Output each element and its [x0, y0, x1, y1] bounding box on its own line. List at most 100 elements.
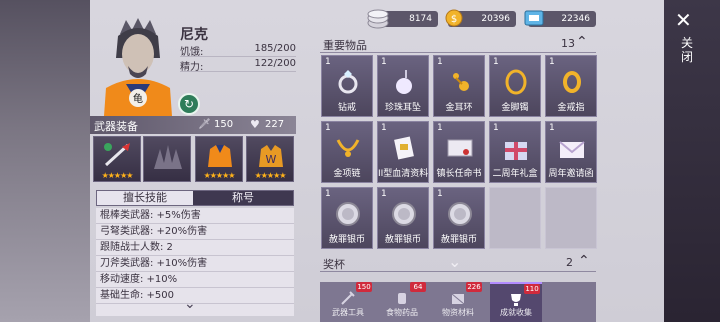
item-slot-serum-document[interactable]: 1 II型血清资料 — [377, 121, 429, 183]
tab-achievements[interactable]: 110 成就收集 — [490, 282, 542, 322]
character-avatar: 龟 — [96, 18, 180, 116]
attack-value: 150 — [214, 119, 234, 130]
hunger-stat: 饥饿: 185/200 — [180, 43, 296, 58]
spiked-armor-icon — [154, 145, 182, 169]
item-slot-invitation-letter[interactable]: 1 周年邀请函 — [545, 121, 597, 183]
count-badge: 226 — [466, 282, 482, 292]
item-name: 赦罪银币 — [328, 235, 365, 245]
weapon-icon — [104, 143, 130, 167]
gold-anklet-icon — [505, 69, 527, 95]
item-slot-gold-necklace[interactable]: 1 金项链 — [321, 121, 373, 183]
equip-stars: ★★★★★ — [101, 171, 134, 180]
item-qty: 1 — [437, 57, 443, 67]
item-slot-appointment-letter[interactable]: 1 镇长任命书 — [433, 121, 485, 183]
gold-coin-icon: $ — [445, 9, 463, 27]
skill-row: 刀斧类武器: +10%伤害 — [96, 256, 294, 272]
divider — [320, 271, 596, 272]
item-slot-gift-box[interactable]: 1 二周年礼盒 — [489, 121, 541, 183]
item-qty: 1 — [381, 189, 387, 199]
item-slot-gold-anklet[interactable]: 1 金脚镯 — [489, 55, 541, 117]
count-badge: 64 — [410, 282, 426, 292]
chevron-down-icon[interactable]: ⌄ — [184, 296, 196, 312]
tab-weapons-tools[interactable]: 150 武器工具 — [322, 282, 374, 322]
health-value: 227 — [265, 119, 285, 130]
uniform-icon: W — [259, 145, 283, 167]
ticket-icon — [524, 10, 544, 26]
tab-label: 物资材料 — [442, 308, 474, 317]
orange-outfit-icon — [208, 145, 232, 167]
equipment-header: 武器装备 🗡 150 ♥ 227 — [90, 116, 296, 134]
item-qty: 1 — [549, 123, 555, 133]
scroll-down-chevron-icon[interactable]: ⌄ — [448, 252, 461, 271]
item-name: 赦罪银币 — [384, 235, 421, 245]
close-icon[interactable]: ✕ — [675, 8, 692, 32]
skill-tabs: 擅长技能 称号 — [96, 190, 294, 206]
tab-label: 食物药品 — [386, 308, 418, 317]
diamond-ring-icon — [338, 70, 358, 94]
item-name: 周年邀请函 — [548, 169, 594, 179]
character-name: 尼克 — [180, 27, 208, 43]
tab-skills[interactable]: 擅长技能 — [97, 191, 193, 205]
close-label[interactable]: 关闭 — [680, 36, 694, 64]
item-qty: 1 — [437, 123, 443, 133]
item-slot-silver-coin[interactable]: 1 赦罪银币 — [377, 187, 429, 249]
svg-text:$: $ — [451, 14, 457, 25]
item-name: 镇长任命书 — [436, 169, 482, 179]
item-name: II型血清资料 — [378, 169, 429, 179]
item-name: 金戒指 — [557, 103, 585, 113]
item-name: 二周年礼盒 — [492, 169, 538, 179]
hunger-value: 185/200 — [254, 43, 296, 54]
sword-icon: 🗡 — [198, 119, 211, 130]
item-qty: 1 — [381, 123, 387, 133]
hunger-label: 饥饿: — [180, 47, 204, 58]
equipment-title: 武器装备 — [94, 120, 138, 133]
gold-necklace-icon — [336, 139, 360, 157]
equip-slot-armor[interactable] — [143, 136, 191, 182]
item-qty: 1 — [493, 123, 499, 133]
serum-document-icon — [394, 136, 414, 160]
tab-label: 武器工具 — [332, 308, 364, 317]
invitation-letter-icon — [559, 141, 585, 158]
collapse-icon[interactable]: ⌃ — [576, 34, 588, 50]
item-slot-silver-coin[interactable]: 1 赦罪银币 — [433, 187, 485, 249]
trophy-title: 奖杯 — [323, 258, 345, 271]
item-qty: 1 — [549, 57, 555, 67]
divider — [320, 52, 596, 53]
item-name: 金项链 — [333, 169, 361, 179]
tab-food-medicine[interactable]: 64 食物药品 — [376, 282, 428, 322]
count-badge: 110 — [524, 284, 540, 294]
item-qty: 1 — [325, 189, 331, 199]
equip-slot-weapon[interactable]: ★★★★★ — [93, 136, 141, 182]
trophy-count: 2 — [566, 256, 573, 269]
tab-titles[interactable]: 称号 — [193, 191, 293, 205]
item-slot-diamond-ring[interactable]: 1 钻戒 — [321, 55, 373, 117]
important-items-title: 重要物品 — [323, 39, 367, 52]
equip-slot-outfit[interactable]: ★★★★★ — [195, 136, 243, 182]
tab-materials[interactable]: 226 物资材料 — [432, 282, 484, 322]
item-slot-silver-coin[interactable]: 1 赦罪银币 — [321, 187, 373, 249]
collapse-icon[interactable]: ⌃ — [578, 253, 590, 269]
item-slot-gold-ring[interactable]: 1 金戒指 — [545, 55, 597, 117]
item-name: 金耳环 — [445, 103, 473, 113]
equip-stars: ★★★★★ — [203, 171, 236, 180]
character-action-icon[interactable]: ↻ — [178, 93, 200, 115]
item-qty: 1 — [381, 57, 387, 67]
item-name: 珍珠耳坠 — [384, 103, 421, 113]
item-name: 赦罪银币 — [440, 235, 477, 245]
item-slot-pearl-earring[interactable]: 1 珍珠耳坠 — [377, 55, 429, 117]
item-name: 钻戒 — [337, 103, 356, 113]
skill-row: 移动速度: +10% — [96, 272, 294, 288]
gift-box-icon — [505, 142, 527, 160]
silver-stack-icon — [367, 9, 389, 29]
silver-coin-icon — [392, 202, 416, 226]
silver-coin-icon — [336, 202, 360, 226]
equip-slot-accessory[interactable]: W ★★★★★ — [246, 136, 294, 182]
gold-earring-icon — [453, 73, 469, 91]
appointment-letter-icon — [447, 139, 473, 157]
item-slot-gold-earring[interactable]: 1 金耳环 — [433, 55, 485, 117]
skill-row: 跟随战士人数: 2 — [96, 240, 294, 256]
equip-stars: ★★★★★ — [254, 171, 287, 180]
pearl-earring-icon — [396, 70, 412, 94]
svg-text:龟: 龟 — [133, 93, 143, 105]
silver-coin-icon — [448, 202, 472, 226]
